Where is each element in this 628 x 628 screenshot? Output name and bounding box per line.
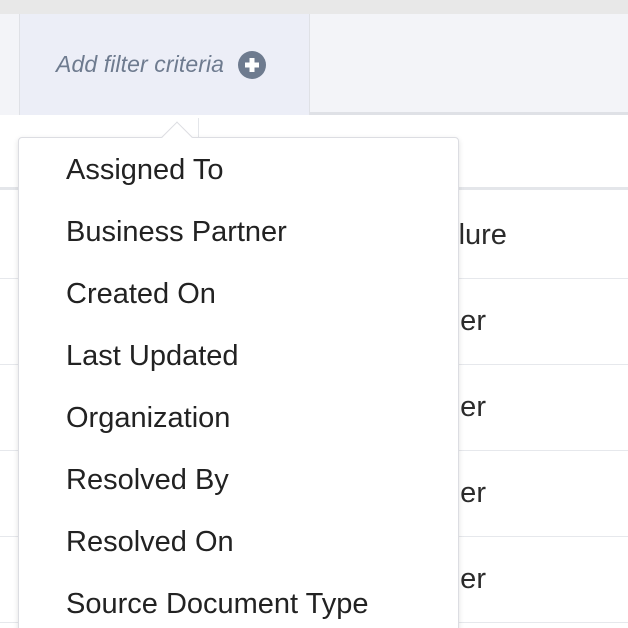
top-strip [0, 0, 628, 14]
menu-item-business-partner[interactable]: Business Partner [19, 212, 458, 274]
menu-item-source-document-type[interactable]: Source Document Type [19, 584, 458, 628]
plus-circle-icon[interactable] [238, 50, 267, 79]
menu-item-last-updated[interactable]: Last Updated [19, 336, 458, 398]
filter-criteria-dropdown: Assigned To Business Partner Created On … [18, 121, 459, 628]
page: Add filter criteria ailure tner tner tne… [0, 0, 628, 628]
menu-item-resolved-on[interactable]: Resolved On [19, 522, 458, 584]
menu-item-organization[interactable]: Organization [19, 398, 458, 460]
menu-item-assigned-to[interactable]: Assigned To [19, 150, 458, 212]
filter-bar: Add filter criteria [0, 14, 628, 115]
menu-item-created-on[interactable]: Created On [19, 274, 458, 336]
menu-item-resolved-by[interactable]: Resolved By [19, 460, 458, 522]
add-filter-criteria-label: Add filter criteria [56, 51, 225, 77]
filter-bar-left-cell [0, 14, 20, 115]
filter-criteria-menu: Assigned To Business Partner Created On … [19, 138, 458, 628]
add-filter-criteria-button[interactable]: Add filter criteria [20, 14, 310, 115]
